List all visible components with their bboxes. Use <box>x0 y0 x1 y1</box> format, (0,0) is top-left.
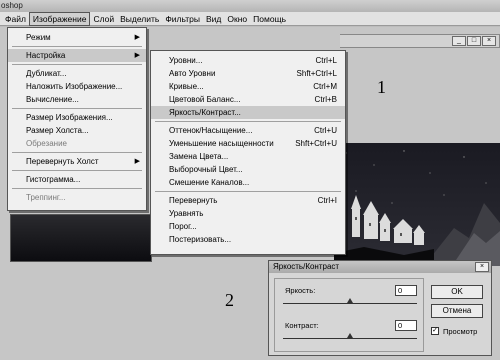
menu-item-adjust[interactable]: Настройка ▶ <box>8 49 146 62</box>
menu-item-apply-image[interactable]: Наложить Изображение... <box>8 80 146 93</box>
menu-item-desaturate[interactable]: Уменьшение насыщенности Shft+Ctrl+U <box>151 137 345 150</box>
menu-item-invert[interactable]: Перевернуть Ctrl+I <box>151 194 345 207</box>
menu-separator <box>12 152 142 153</box>
menu-item-crop[interactable]: Обрезание <box>8 137 146 150</box>
app-title: oshop <box>1 1 23 10</box>
menu-help[interactable]: Помощь <box>250 13 289 25</box>
menu-separator <box>12 64 142 65</box>
menu-item-trap[interactable]: Треппинг... <box>8 191 146 204</box>
menu-item-histogram[interactable]: Гистограмма... <box>8 173 146 186</box>
preview-checkbox[interactable]: ✓ <box>431 327 439 335</box>
menu-item-curves[interactable]: Кривые... Ctrl+M <box>151 80 345 93</box>
menu-separator <box>155 121 341 122</box>
menu-window[interactable]: Окно <box>224 13 250 25</box>
cancel-button[interactable]: Отмена <box>431 304 483 318</box>
menu-item-selective-color[interactable]: Выборочный Цвет... <box>151 163 345 176</box>
minimize-button[interactable]: _ <box>452 36 466 46</box>
submenu-arrow-icon: ▶ <box>134 34 140 41</box>
menu-file[interactable]: Файл <box>2 13 29 25</box>
image-menu-dropdown: Режим ▶ Настройка ▶ Дубликат... Наложить И… <box>7 27 147 211</box>
menu-layer[interactable]: Слой <box>90 13 117 25</box>
menu-separator <box>12 46 142 47</box>
ok-button[interactable]: OK <box>431 285 483 299</box>
menu-item-color-balance[interactable]: Цветовой Баланс... Ctrl+B <box>151 93 345 106</box>
menu-item-threshold[interactable]: Порог... <box>151 220 345 233</box>
menu-item-equalize[interactable]: Уравнять <box>151 207 345 220</box>
adjustment-group: Яркость: 0 Контраст: 0 <box>274 278 424 352</box>
brightness-value-input[interactable]: 0 <box>395 285 417 296</box>
annotation-number-1: 1 <box>377 77 386 97</box>
contrast-value-input[interactable]: 0 <box>395 320 417 331</box>
brightness-slider-track[interactable] <box>283 303 417 304</box>
menu-select[interactable]: Выделить <box>117 13 162 25</box>
menu-item-channel-mixer[interactable]: Смешение Каналов... <box>151 176 345 189</box>
submenu-arrow-icon: ▶ <box>134 158 140 165</box>
photo-strip <box>10 214 152 262</box>
close-button[interactable]: × <box>482 36 496 46</box>
annotation-number-2: 2 <box>225 290 234 310</box>
castle-night-image <box>334 143 500 266</box>
menu-item-duplicate[interactable]: Дубликат... <box>8 67 146 80</box>
menu-filters[interactable]: Фильтры <box>162 13 203 25</box>
dialog-titlebar: Яркость/Контраст × <box>269 261 491 273</box>
menu-item-levels[interactable]: Уровни... Ctrl+L <box>151 54 345 67</box>
app-titlebar: oshop <box>0 0 500 12</box>
menu-item-brightness-contrast[interactable]: Яркость/Контраст... <box>151 106 345 119</box>
brightness-contrast-dialog: Яркость/Контраст × Яркость: 0 Контраст: … <box>268 260 492 356</box>
menu-item-image-size[interactable]: Размер Изображения... <box>8 111 146 124</box>
maximize-button[interactable]: □ <box>467 36 481 46</box>
brightness-slider-thumb[interactable] <box>347 298 353 303</box>
menu-item-hue-saturation[interactable]: Оттенок/Насыщение... Ctrl+U <box>151 124 345 137</box>
contrast-label: Контраст: <box>285 321 319 330</box>
menu-item-replace-color[interactable]: Замена Цвета... <box>151 150 345 163</box>
dialog-title: Яркость/Контраст <box>273 262 340 271</box>
canvas-image <box>334 143 500 266</box>
adjust-submenu: Уровни... Ctrl+L Авто Уровни Shft+Ctrl+L К… <box>150 50 346 255</box>
menu-item-posterize[interactable]: Постеризовать... <box>151 233 345 246</box>
brightness-label: Яркость: <box>285 286 316 295</box>
menu-item-rotate-canvas[interactable]: Перевернуть Холст ▶ <box>8 155 146 168</box>
menu-separator <box>155 191 341 192</box>
preview-label: Просмотр <box>443 327 478 336</box>
document-window-titlebar: _ □ × <box>340 34 500 48</box>
menu-item-auto-levels[interactable]: Авто Уровни Shft+Ctrl+L <box>151 67 345 80</box>
menu-separator <box>12 108 142 109</box>
menu-image[interactable]: Изображение <box>28 11 91 26</box>
close-icon[interactable]: × <box>475 262 489 272</box>
contrast-slider-thumb[interactable] <box>347 333 353 338</box>
contrast-slider-track[interactable] <box>283 338 417 339</box>
menu-view[interactable]: Вид <box>203 13 224 25</box>
menu-item-canvas-size[interactable]: Размер Холста... <box>8 124 146 137</box>
menu-item-mode[interactable]: Режим ▶ <box>8 31 146 44</box>
menu-separator <box>12 170 142 171</box>
menu-separator <box>12 188 142 189</box>
menubar: Файл Изображение Слой Выделить Фильтры В… <box>0 11 500 26</box>
menu-item-calculations[interactable]: Вычисление... <box>8 93 146 106</box>
submenu-arrow-icon: ▶ <box>134 52 140 59</box>
